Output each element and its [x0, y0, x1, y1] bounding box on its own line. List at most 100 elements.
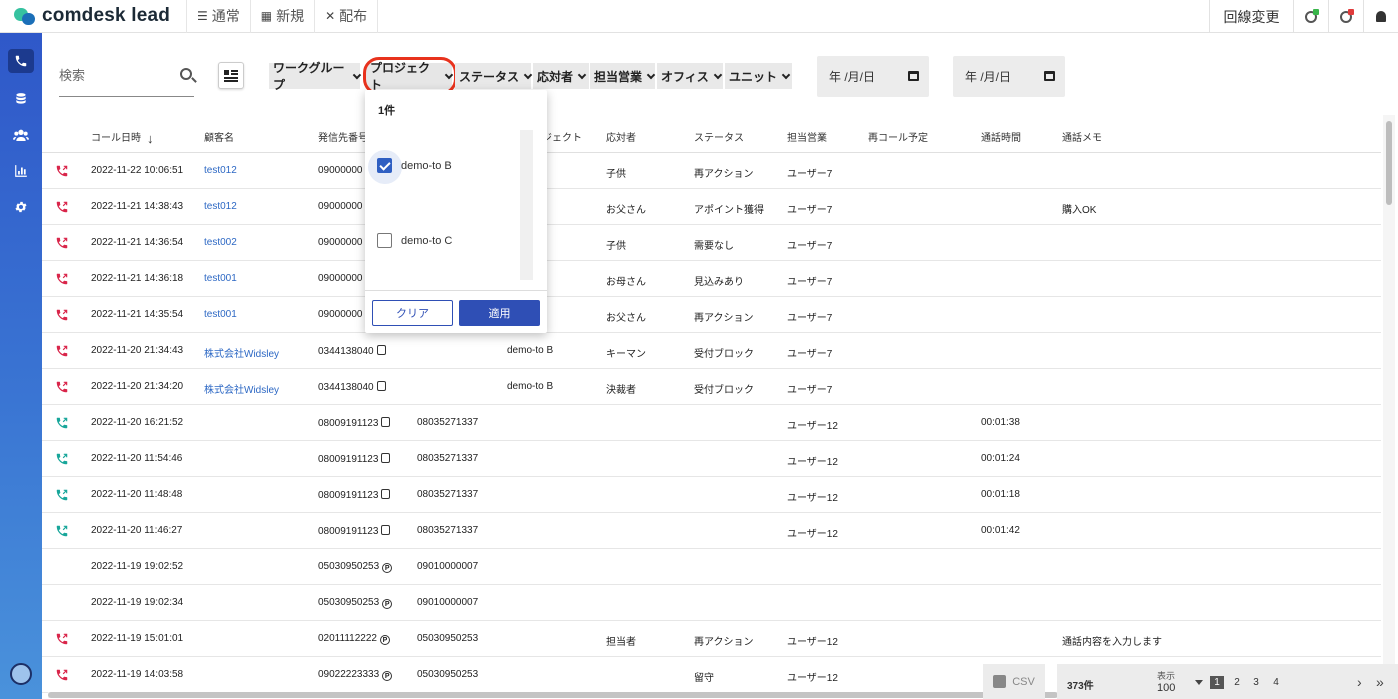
page-size-select[interactable]: 100: [1157, 682, 1175, 694]
table-row[interactable]: 2022-11-20 21:34:43 株式会社Widsley 0344138040…: [42, 333, 1381, 369]
avatar[interactable]: [10, 663, 32, 685]
cell-number: 0344138040: [318, 345, 386, 357]
csv-export-button[interactable]: CSV: [983, 664, 1045, 699]
table-row[interactable]: 2022-11-21 14:36:18test00109000000Cお母さん見…: [42, 261, 1381, 297]
cell-number-text: 02011112222: [318, 633, 377, 644]
chevron-down-icon: [646, 70, 656, 79]
vertical-scrollbar[interactable]: [1383, 115, 1395, 695]
table-row[interactable]: 2022-11-20 11:54:46 08009191123 0803527133…: [42, 441, 1381, 477]
sidebar-item-reports[interactable]: [8, 159, 34, 183]
chevron-down-icon: [523, 70, 533, 79]
page-3[interactable]: 3: [1249, 676, 1263, 689]
sidebar-item-settings[interactable]: [8, 195, 34, 219]
calendar-icon[interactable]: [1044, 71, 1055, 81]
table-row[interactable]: 2022-11-20 11:46:27 08009191123 0803527133…: [42, 513, 1381, 549]
cell-customer[interactable]: test002: [204, 237, 237, 248]
cell-sales-text: ユーザー12: [787, 421, 838, 432]
phone-icon: [15, 55, 27, 67]
page-4[interactable]: 4: [1269, 676, 1283, 689]
tab-distribute[interactable]: ✕ 配布: [314, 0, 379, 33]
filter-office-label: オフィス: [661, 69, 709, 84]
cell-customer[interactable]: test001: [204, 273, 237, 284]
filter-office[interactable]: オフィス: [657, 63, 723, 89]
cell-callee: 08035271337: [417, 453, 478, 464]
checkbox-checked-icon[interactable]: [377, 158, 392, 173]
cell-number-text: 09000000: [318, 201, 363, 212]
scrollbar-thumb[interactable]: [1386, 121, 1392, 205]
logo[interactable]: comdesk lead: [0, 0, 186, 33]
table-row[interactable]: 2022-11-19 19:02:34 05030950253 P 090100000…: [42, 585, 1381, 621]
search-icon[interactable]: [180, 68, 192, 80]
cell-sales-text: ユーザー7: [787, 169, 833, 180]
filter-status[interactable]: ステータス: [455, 63, 533, 89]
cell-datetime-text: 2022-11-19 19:02:52: [91, 561, 184, 572]
cell-datetime-text: 2022-11-21 14:38:43: [91, 201, 184, 212]
cell-customer[interactable]: 株式会社Widsley: [204, 345, 279, 360]
page-2[interactable]: 2: [1230, 676, 1244, 689]
cell-customer[interactable]: test012: [204, 201, 237, 212]
timer-red-button[interactable]: [1328, 0, 1363, 33]
pagination: 373件 表示 100 1 2 3 4 › »: [1057, 664, 1398, 699]
table-row[interactable]: 2022-11-21 14:36:54test00209000000C子供需要な…: [42, 225, 1381, 261]
project-option-demo-to-c[interactable]: demo-to C: [377, 233, 452, 248]
cell-customer[interactable]: test001: [204, 309, 237, 320]
tab-new[interactable]: ▦ 新規: [249, 0, 314, 33]
cell-callee: 05030950253: [417, 633, 478, 644]
apply-button[interactable]: 適用: [459, 300, 540, 326]
table-row[interactable]: 2022-11-19 19:02:52 05030950253 P 090100000…: [42, 549, 1381, 585]
outgoing-call-icon: [56, 417, 68, 429]
filter-responder[interactable]: 応対者: [533, 63, 589, 89]
column-list-icon: [224, 69, 238, 82]
sidebar-item-users[interactable]: [8, 123, 34, 147]
header-duration: 通話時間: [981, 133, 1021, 144]
cell-number: 09000000: [318, 273, 363, 284]
cell-callee: 09010000007: [417, 561, 478, 572]
filter-workgroup[interactable]: ワークグループ: [269, 61, 362, 92]
cell-responder-text: 担当者: [606, 637, 636, 648]
date-from-placeholder: 年 /月/日: [829, 70, 876, 84]
line-change-button[interactable]: 回線変更: [1209, 0, 1293, 33]
chevron-down-icon: [781, 70, 791, 79]
scrollbar-thumb[interactable]: [48, 692, 1058, 698]
clear-button[interactable]: クリア: [372, 300, 453, 326]
cell-datetime: 2022-11-20 11:46:27: [91, 525, 182, 536]
header-call-datetime[interactable]: コール日時 ↓: [91, 129, 154, 146]
checkbox-unchecked-icon[interactable]: [377, 233, 392, 248]
cell-customer[interactable]: 株式会社Widsley: [204, 381, 279, 396]
timer-green-button[interactable]: [1293, 0, 1328, 33]
search-input[interactable]: [59, 60, 169, 90]
table-row[interactable]: 2022-11-20 11:48:48 08009191123 0803527133…: [42, 477, 1381, 513]
sidebar-item-database[interactable]: [8, 87, 34, 111]
project-option-demo-to-b[interactable]: demo-to B: [377, 158, 452, 173]
cell-duration: 00:01:24: [981, 453, 1020, 464]
calendar-icon[interactable]: [908, 71, 919, 81]
tab-normal-label: 通常: [211, 8, 240, 24]
cell-responder: 担当者: [606, 633, 636, 648]
date-to-placeholder: 年 /月/日: [965, 70, 1012, 84]
last-page-icon[interactable]: »: [1376, 674, 1384, 690]
cell-sales-text: ユーザー12: [787, 529, 838, 540]
cell-number: 09000000: [318, 309, 363, 320]
filter-sales[interactable]: 担当営業: [590, 63, 656, 89]
filter-unit[interactable]: ユニット: [725, 63, 792, 89]
dropdown-scrollbar[interactable]: [520, 130, 533, 280]
page-1[interactable]: 1: [1210, 676, 1224, 689]
table-row[interactable]: 2022-11-22 10:06:51test01209000000C子供再アク…: [42, 153, 1381, 189]
sidebar-item-calls[interactable]: [8, 49, 34, 73]
database-icon: [16, 93, 26, 104]
table-row[interactable]: 2022-11-21 14:35:54test00109000000Cお父さん再…: [42, 297, 1381, 333]
caret-down-icon[interactable]: [1195, 680, 1203, 685]
next-page-icon[interactable]: ›: [1357, 674, 1362, 690]
tab-normal[interactable]: ☰ 通常: [186, 0, 250, 33]
table-row[interactable]: 2022-11-19 15:01:01 02011112222 P 050309502…: [42, 621, 1381, 657]
cell-customer[interactable]: test012: [204, 165, 237, 176]
phone-type-p-icon: P: [382, 563, 393, 573]
date-from-input[interactable]: 年 /月/日: [817, 56, 929, 97]
table-row[interactable]: 2022-11-20 21:34:20 株式会社Widsley 0344138040…: [42, 369, 1381, 405]
missed-call-icon: [56, 309, 68, 321]
table-row[interactable]: 2022-11-20 16:21:52 08009191123 0803527133…: [42, 405, 1381, 441]
notification-button[interactable]: [1363, 0, 1398, 33]
column-settings-button[interactable]: [218, 62, 244, 89]
table-row[interactable]: 2022-11-21 14:38:43test01209000000Cお父さんア…: [42, 189, 1381, 225]
date-to-input[interactable]: 年 /月/日: [953, 56, 1065, 97]
